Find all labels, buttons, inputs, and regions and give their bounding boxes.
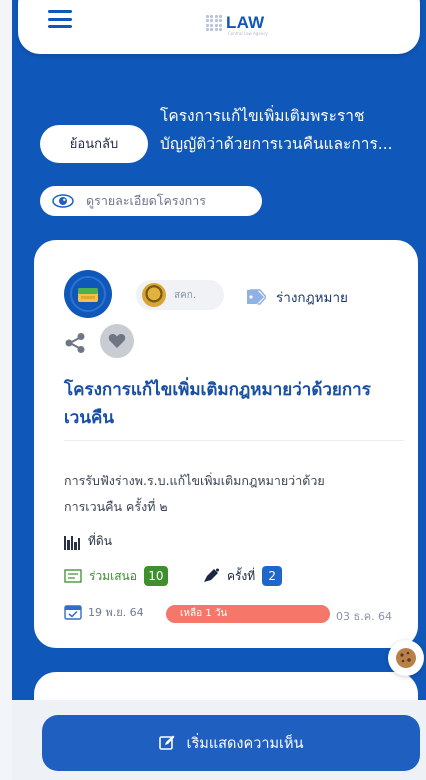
start-comment-label: เริ่มแสดงความเห็น [186,735,304,752]
org-badge[interactable]: สคก. [136,280,224,310]
land-icon [78,288,98,302]
page-title-line2: บัญญัติว่าด้วยการเวนคืนและการ... [160,135,393,153]
description-line2: การเวนคืน ครั้งที่ ๒ [64,499,168,514]
logo-subtext: Central Law Agency [228,31,268,36]
page-title-line1: โครงการแก้ไขเพิ่มเติมพระราช [160,107,365,125]
location-icon [64,534,81,550]
project-location: ที่ดิน [64,532,112,551]
round-count-badge: 2 [262,566,283,586]
project-stats: ร่วมเสนอ 10 ครั้งที่ 2 [64,566,283,586]
back-button[interactable]: ย้อนกลับ [40,125,148,163]
favorite-button[interactable] [100,324,134,358]
project-avatar [64,270,112,318]
view-details-label: ดูรายละเอียดโครงการ [86,193,206,208]
view-details-button[interactable]: ดูรายละเอียดโครงการ [40,186,262,216]
category-label: ร่างกฎหมาย [276,290,348,306]
category-tag[interactable]: ร่างกฎหมาย [246,286,348,308]
project-dates: 19 พ.ย. 64 เหลือ 1 วัน 03 ธ.ค. 64 [64,603,404,625]
participants-stat: ร่วมเสนอ 10 [64,566,168,586]
remaining-time-bar: เหลือ 1 วัน [166,605,330,623]
round-stat: ครั้งที่ 2 [202,566,283,586]
tag-icon [247,289,266,305]
participants-count-badge: 10 [143,566,168,586]
start-date-label: 19 พ.ย. 64 [88,606,144,619]
share-icon[interactable] [64,332,86,354]
cookie-icon [396,648,416,668]
end-date-label: 03 ธ.ค. 64 [336,610,393,623]
org-label: สคก. [174,289,197,301]
card-divider [64,440,404,441]
project-description: การรับฟังร่างพ.ร.บ.แก้ไขเพิ่มเติมกฎหมายว… [64,468,404,520]
participants-icon [64,569,82,583]
logo-text: LAW [226,13,265,32]
round-label: ครั้งที่ [226,568,256,583]
pen-icon [203,568,219,582]
project-title-line2: เวนคืน [64,408,114,428]
start-comment-button[interactable]: เริ่มแสดงความเห็น [42,715,420,771]
description-line1: การรับฟังร่างพ.ร.บ.แก้ไขเพิ่มเติมกฎหมายว… [64,473,325,488]
left-gutter [0,0,12,780]
org-seal-icon [142,283,166,307]
cookie-settings-button[interactable] [388,640,424,676]
logo-grid-icon [206,15,222,31]
calendar-icon [64,605,82,620]
start-date: 19 พ.ย. 64 [64,603,144,621]
project-card[interactable]: สคก. ร่างกฎหมาย โครงการแก้ไขเพิ่มเติมกฎห… [34,240,418,648]
hamburger-icon[interactable] [48,10,72,28]
remaining-time-label: เหลือ 1 วัน [180,608,228,619]
top-bar: LAW Central Law Agency [18,0,420,54]
app-screen: LAW Central Law Agency ย้อนกลับ โครงการแ… [12,0,426,780]
page-title: โครงการแก้ไขเพิ่มเติมพระราช บัญญัติว่าด้… [160,102,422,158]
location-label: ที่ดิน [88,534,112,548]
participants-label: ร่วมเสนอ [89,568,137,583]
eye-icon [52,194,74,208]
heart-icon [108,334,126,348]
project-title-line1: โครงการแก้ไขเพิ่มเติมกฎหมายว่าด้วยการ [64,380,371,400]
edit-icon [158,735,175,750]
project-title[interactable]: โครงการแก้ไขเพิ่มเติมกฎหมายว่าด้วยการ เว… [64,376,404,432]
